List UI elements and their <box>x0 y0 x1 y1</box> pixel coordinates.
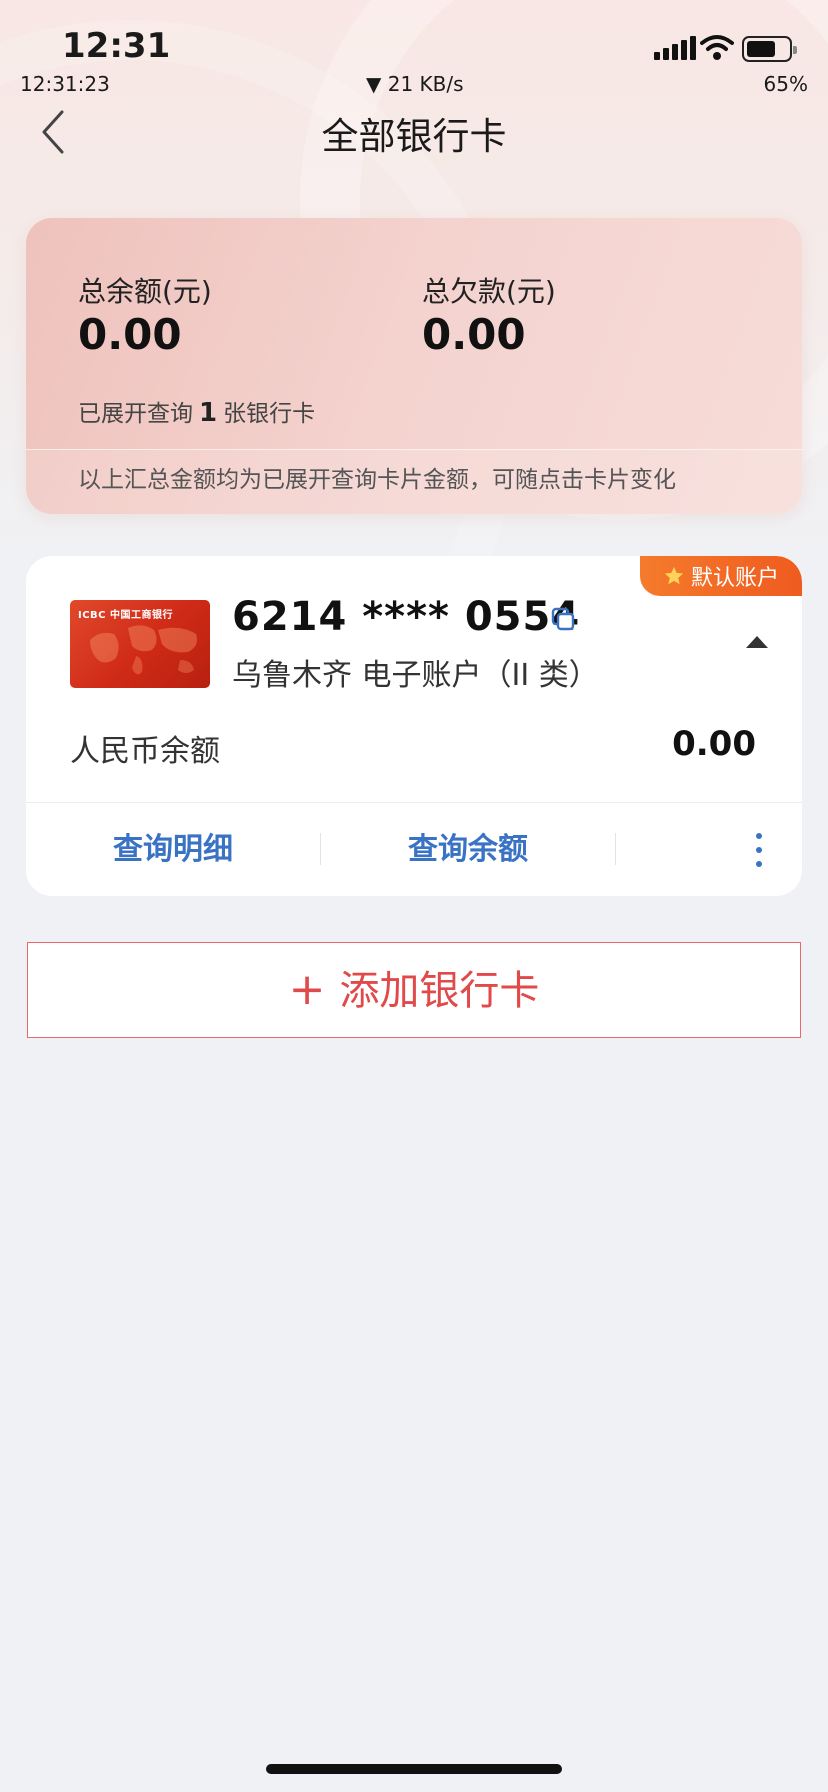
plus-icon: + <box>288 964 326 1015</box>
total-debt-value: 0.00 <box>422 310 526 359</box>
more-options-icon[interactable] <box>754 833 764 867</box>
query-detail-button[interactable]: 查询明细 <box>26 803 320 896</box>
cellular-signal-icon <box>654 36 696 60</box>
summary-card: 总余额(元) 0.00 总欠款(元) 0.00 已展开查询 1 张银行卡 以上汇总金… <box>26 218 802 514</box>
wifi-icon <box>700 35 734 60</box>
rmb-balance-label: 人民币余额 <box>70 734 220 769</box>
network-speed: ▼ 21 KB/s <box>366 72 464 96</box>
page-title: 全部银行卡 <box>321 115 507 158</box>
expanded-count-text: 已展开查询 1 张银行卡 <box>78 394 315 428</box>
home-indicator[interactable] <box>266 1764 562 1774</box>
summary-footnote: 以上汇总金额均为已展开查询卡片金额，可随点击卡片变化 <box>26 449 802 514</box>
rmb-balance-value: 0.00 <box>672 724 756 764</box>
card-description: 乌鲁木齐 电子账户（II 类） <box>232 658 599 693</box>
account-actions: 查询明细 查询余额 <box>26 803 802 896</box>
total-debt-label: 总欠款(元) <box>422 275 556 308</box>
add-bank-card-label: 添加银行卡 <box>339 968 540 1014</box>
action-separator <box>615 833 616 865</box>
bank-card-image: ICBC 中国工商银行 <box>70 600 210 688</box>
status-time: 12:31 <box>62 26 171 66</box>
default-account-badge: 默认账户 <box>640 556 802 596</box>
status-clock-detail: 12:31:23 <box>20 72 110 96</box>
copy-icon[interactable] <box>550 606 576 632</box>
total-balance-value: 0.00 <box>78 310 182 359</box>
star-icon <box>664 566 684 585</box>
expanded-count: 1 <box>199 398 218 428</box>
query-balance-button[interactable]: 查询余额 <box>321 803 615 896</box>
expanded-suffix: 张银行卡 <box>223 401 316 427</box>
account-card[interactable]: 默认账户 ICBC 中国工商银行 6214 **** 0554 乌鲁木齐 电子账… <box>26 556 802 896</box>
total-balance-label: 总余额(元) <box>78 275 212 308</box>
expanded-prefix: 已展开查询 <box>78 401 193 427</box>
add-bank-card-button[interactable]: + 添加银行卡 <box>27 942 801 1038</box>
card-number: 6214 **** 0554 <box>232 594 581 640</box>
collapse-arrow-icon[interactable] <box>746 636 768 648</box>
world-map-graphic <box>90 625 197 675</box>
battery-icon <box>742 36 797 62</box>
battery-percent: 65% <box>763 72 808 96</box>
default-badge-label: 默认账户 <box>690 566 779 591</box>
